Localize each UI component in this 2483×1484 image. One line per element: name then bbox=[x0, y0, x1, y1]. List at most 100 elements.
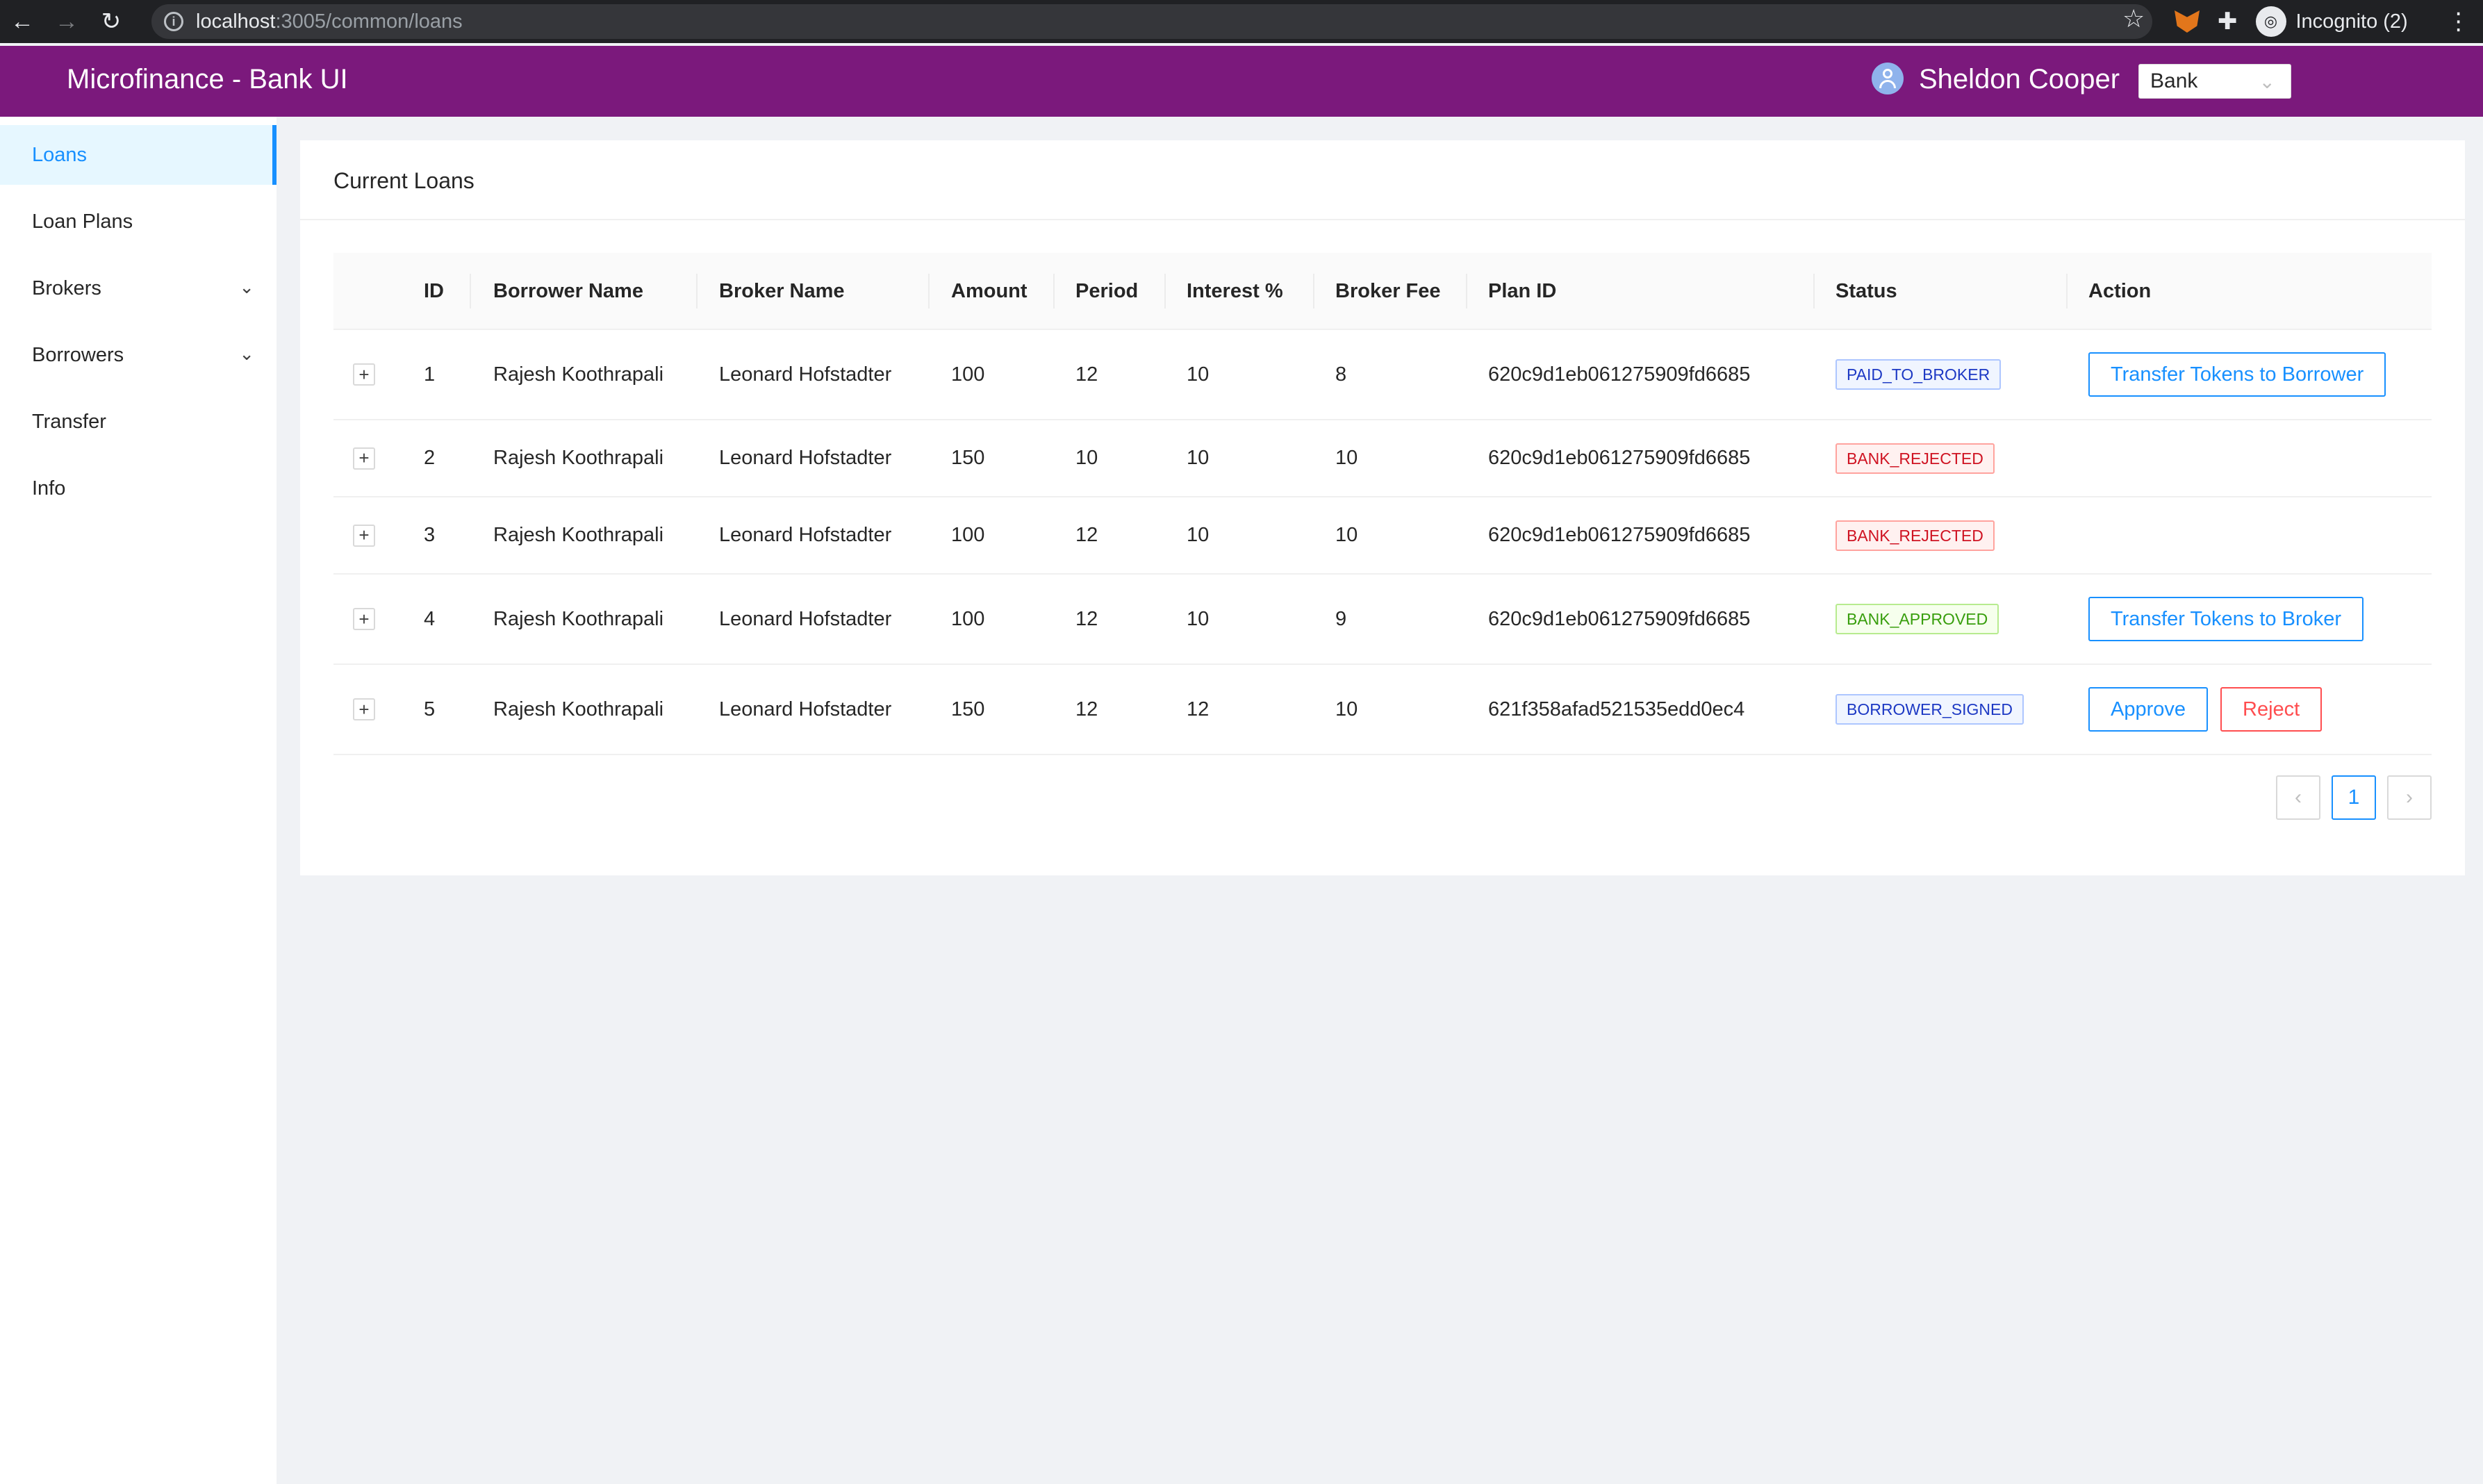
incognito-label[interactable]: Incognito (2) bbox=[2296, 10, 2408, 33]
expand-row-icon[interactable]: + bbox=[353, 698, 375, 720]
cell-id: 3 bbox=[424, 524, 436, 546]
user-name: Sheldon Cooper bbox=[1919, 64, 2120, 94]
back-arrow-icon[interactable]: ← bbox=[0, 0, 44, 43]
cell-interest: 10 bbox=[1187, 524, 1210, 546]
cell-broker-name: Leonard Hofstadter bbox=[719, 363, 892, 386]
bookmark-star-icon[interactable]: ☆ bbox=[2122, 4, 2145, 33]
cell-interest: 12 bbox=[1187, 698, 1210, 720]
expand-row-icon[interactable]: + bbox=[353, 363, 375, 386]
column-header-borrower-name[interactable]: Borrower Name bbox=[493, 253, 643, 330]
sidebar-item-label: Loan Plans bbox=[32, 210, 133, 233]
url-path: :3005/common/loans bbox=[275, 10, 463, 33]
sidebar-item-label: Transfer bbox=[32, 410, 106, 433]
address-bar[interactable]: i localhost:3005/common/loans bbox=[151, 4, 2152, 39]
sidebar-item-label: Brokers bbox=[32, 277, 101, 299]
sidebar-item-borrowers[interactable]: Borrowers ⌄ bbox=[0, 325, 277, 385]
cell-amount: 150 bbox=[951, 447, 985, 469]
reload-icon[interactable]: ↻ bbox=[89, 0, 133, 43]
expand-row-icon[interactable]: + bbox=[353, 447, 375, 470]
sidebar-item-brokers[interactable]: Brokers ⌄ bbox=[0, 258, 277, 318]
cell-id: 1 bbox=[424, 363, 436, 386]
sidebar-item-transfer[interactable]: Transfer bbox=[0, 392, 277, 452]
column-header-status[interactable]: Status bbox=[1836, 253, 1897, 330]
sidebar: Loans Loan Plans Brokers ⌄ Borrowers ⌄ T… bbox=[0, 117, 277, 1484]
site-info-icon[interactable]: i bbox=[164, 12, 183, 31]
metamask-fox-icon[interactable] bbox=[2175, 10, 2200, 33]
expand-row-icon[interactable]: + bbox=[353, 608, 375, 630]
cell-amount: 100 bbox=[951, 363, 985, 386]
column-header-interest[interactable]: Interest % bbox=[1187, 253, 1283, 330]
sidebar-item-label: Info bbox=[32, 477, 66, 500]
table-row: + 4 Rajesh Koothrapali Leonard Hofstadte… bbox=[333, 575, 2432, 665]
cell-period: 12 bbox=[1075, 363, 1098, 386]
table-row: + 3 Rajesh Koothrapali Leonard Hofstadte… bbox=[333, 497, 2432, 575]
sidebar-item-loans[interactable]: Loans bbox=[0, 125, 277, 185]
column-header-broker-name[interactable]: Broker Name bbox=[719, 253, 845, 330]
cell-broker-fee: 8 bbox=[1335, 363, 1347, 386]
cell-period: 12 bbox=[1075, 524, 1098, 546]
cell-broker-name: Leonard Hofstadter bbox=[719, 698, 892, 720]
extensions-puzzle-icon[interactable]: ✚ bbox=[2218, 8, 2238, 35]
column-header-id[interactable]: ID bbox=[424, 253, 444, 330]
cell-id: 5 bbox=[424, 698, 436, 720]
cell-id: 2 bbox=[424, 447, 436, 469]
sidebar-item-loan-plans[interactable]: Loan Plans bbox=[0, 192, 277, 252]
transfer-tokens-to-borrower-button[interactable]: Transfer Tokens to Borrower bbox=[2088, 352, 2386, 397]
url-host: localhost bbox=[196, 10, 276, 33]
column-header-broker-fee[interactable]: Broker Fee bbox=[1335, 253, 1441, 330]
cell-borrower-name: Rajesh Koothrapali bbox=[493, 363, 664, 386]
cell-broker-fee: 9 bbox=[1335, 607, 1347, 630]
expand-row-icon[interactable]: + bbox=[353, 524, 375, 547]
cell-broker-name: Leonard Hofstadter bbox=[719, 447, 892, 469]
column-header-period[interactable]: Period bbox=[1075, 253, 1138, 330]
sidebar-item-info[interactable]: Info bbox=[0, 459, 277, 518]
cell-status: BANK_APPROVED bbox=[1836, 575, 1999, 663]
cell-broker-name: Leonard Hofstadter bbox=[719, 607, 892, 630]
cell-interest: 10 bbox=[1187, 447, 1210, 469]
cell-interest: 10 bbox=[1187, 607, 1210, 630]
cell-id: 4 bbox=[424, 607, 436, 630]
table-row: + 2 Rajesh Koothrapali Leonard Hofstadte… bbox=[333, 420, 2432, 497]
column-header-amount[interactable]: Amount bbox=[951, 253, 1028, 330]
chevron-down-icon: ⌄ bbox=[239, 277, 254, 297]
cell-plan-id: 620c9d1eb061275909fd6685 bbox=[1488, 607, 1751, 630]
role-select[interactable]: Bank ⌄ bbox=[2138, 64, 2291, 99]
browser-menu-icon[interactable]: ⋮ bbox=[2447, 8, 2470, 35]
cell-period: 10 bbox=[1075, 447, 1098, 469]
pagination-next-icon[interactable]: › bbox=[2387, 775, 2432, 820]
cell-broker-fee: 10 bbox=[1335, 447, 1358, 469]
cell-plan-id: 620c9d1eb061275909fd6685 bbox=[1488, 447, 1751, 469]
table-row: + 5 Rajesh Koothrapali Leonard Hofstadte… bbox=[333, 665, 2432, 755]
user-avatar-icon bbox=[1872, 63, 1904, 94]
cell-broker-fee: 10 bbox=[1335, 524, 1358, 546]
incognito-icon[interactable]: ◎ bbox=[2255, 6, 2286, 37]
reject-button[interactable]: Reject bbox=[2220, 687, 2323, 732]
table-header: ID Borrower Name Broker Name Amount Peri… bbox=[333, 253, 2432, 330]
forward-arrow-icon[interactable]: → bbox=[44, 0, 89, 43]
cell-status: PAID_TO_BROKER bbox=[1836, 330, 2002, 419]
cell-action: Transfer Tokens to Broker bbox=[2088, 575, 2376, 663]
status-badge: BANK_APPROVED bbox=[1836, 604, 1999, 634]
cell-action: Approve Reject bbox=[2088, 665, 2334, 754]
loans-table: ID Borrower Name Broker Name Amount Peri… bbox=[333, 253, 2432, 755]
chevron-down-icon: ⌄ bbox=[239, 343, 254, 364]
column-header-plan-id[interactable]: Plan ID bbox=[1488, 253, 1556, 330]
page-title: Current Loans bbox=[333, 168, 475, 193]
pagination-page-current[interactable]: 1 bbox=[2332, 775, 2376, 820]
transfer-tokens-to-broker-button[interactable]: Transfer Tokens to Broker bbox=[2088, 597, 2364, 641]
cell-plan-id: 621f358afad521535edd0ec4 bbox=[1488, 698, 1745, 720]
card-divider bbox=[300, 219, 2465, 220]
approve-button[interactable]: Approve bbox=[2088, 687, 2209, 732]
pagination-prev-icon[interactable]: ‹ bbox=[2276, 775, 2320, 820]
cell-borrower-name: Rajesh Koothrapali bbox=[493, 447, 664, 469]
cell-broker-fee: 10 bbox=[1335, 698, 1358, 720]
cell-status: BANK_REJECTED bbox=[1836, 497, 1995, 573]
cell-period: 12 bbox=[1075, 607, 1098, 630]
sidebar-item-label: Borrowers bbox=[32, 343, 124, 366]
column-header-action: Action bbox=[2088, 280, 2152, 302]
role-select-value: Bank bbox=[2150, 69, 2198, 92]
browser-toolbar: ← → ↻ i localhost:3005/common/loans ☆ ✚ … bbox=[0, 0, 2483, 43]
cell-interest: 10 bbox=[1187, 363, 1210, 386]
status-badge: BORROWER_SIGNED bbox=[1836, 694, 2024, 725]
cell-period: 12 bbox=[1075, 698, 1098, 720]
